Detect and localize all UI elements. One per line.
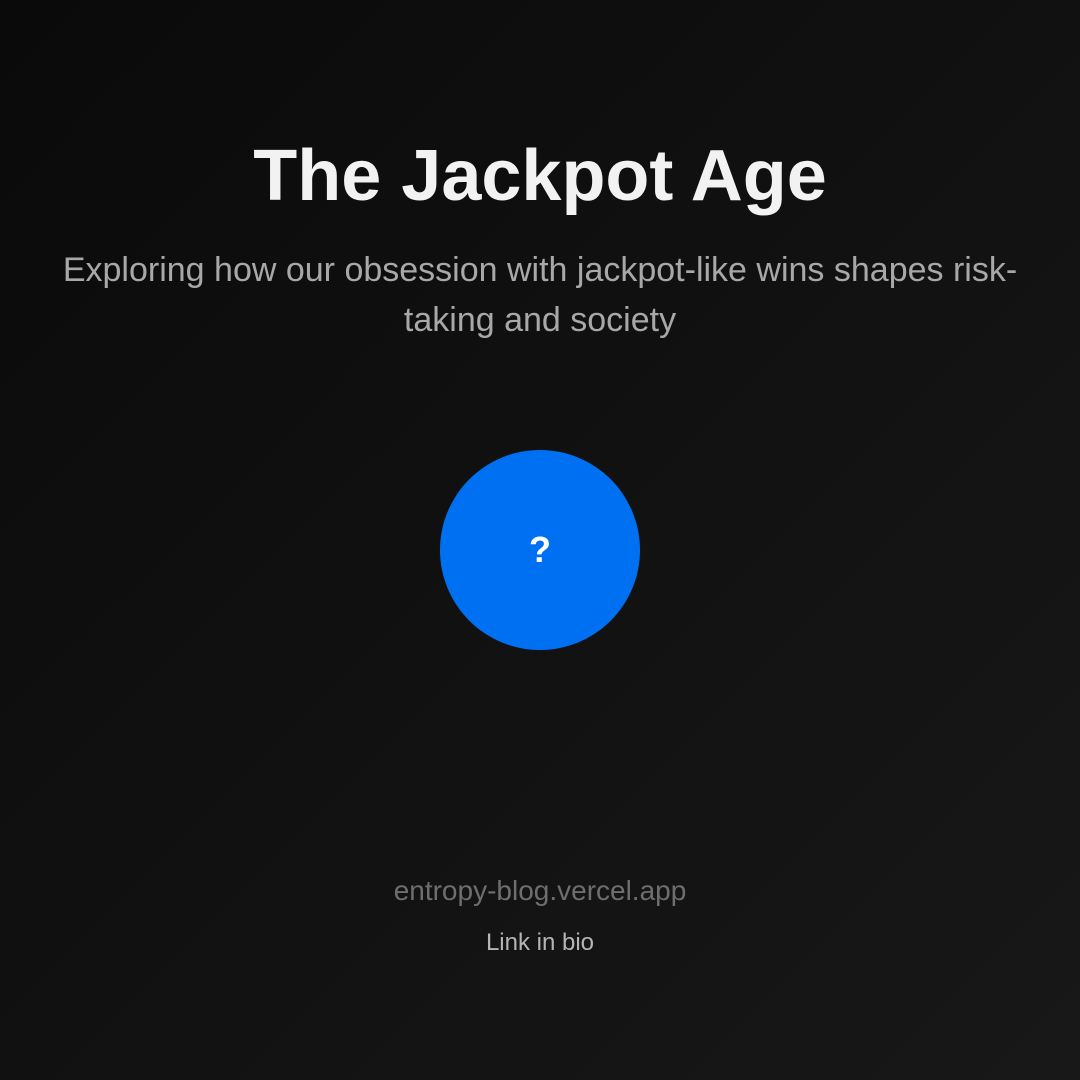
- page-title: The Jackpot Age: [253, 136, 827, 216]
- site-url: entropy-blog.vercel.app: [393, 875, 687, 906]
- page-subtitle: Exploring how our obsession with jackpot…: [62, 251, 1018, 339]
- question-mark-icon: ?: [440, 450, 640, 650]
- question-mark-symbol: ?: [529, 529, 551, 570]
- link-in-bio-text: Link in bio: [485, 929, 595, 956]
